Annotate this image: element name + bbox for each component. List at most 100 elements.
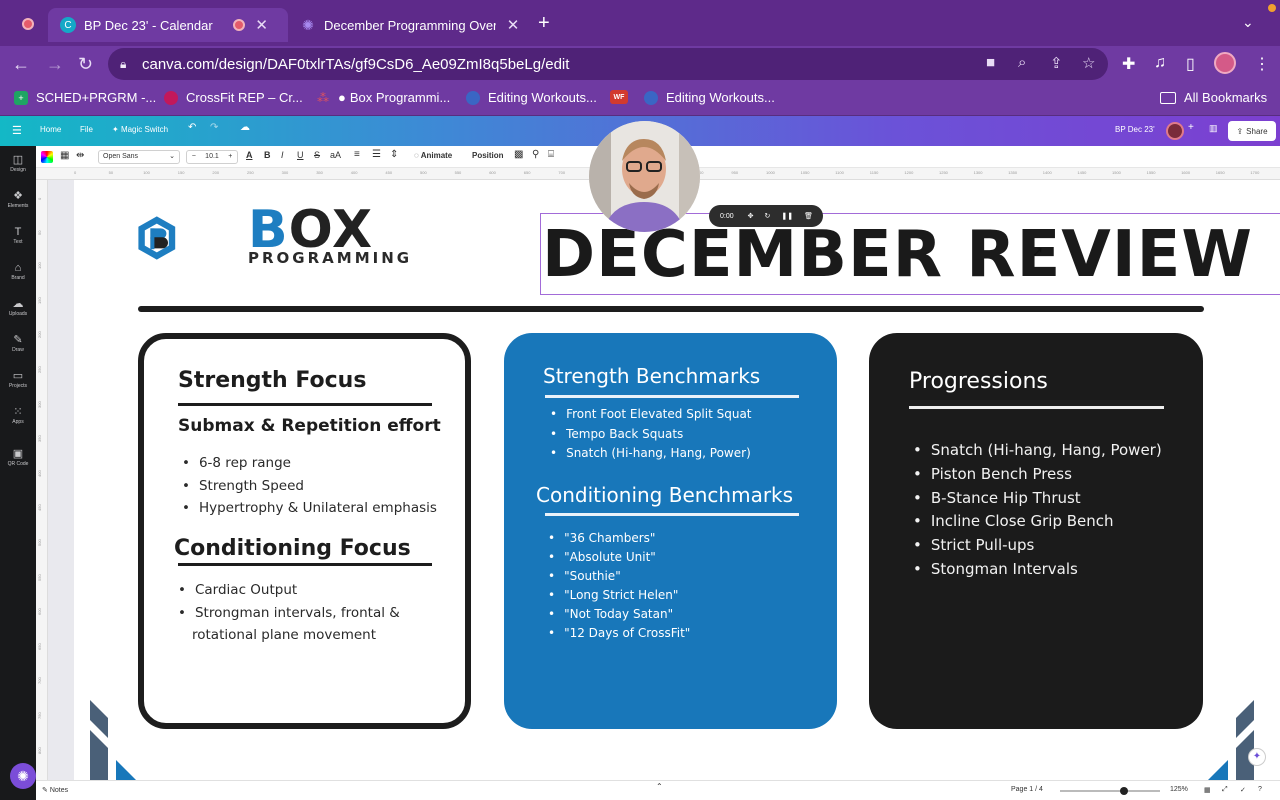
style-paint-icon[interactable]: ⚲ [532, 149, 539, 160]
file-button[interactable]: File [80, 125, 93, 134]
delete-icon[interactable]: 🗑︎ [804, 212, 813, 220]
list-item[interactable]: Tempo Back Squats [550, 425, 752, 445]
design-title[interactable]: BP Dec 23' [1115, 125, 1155, 134]
list-item[interactable]: Strict Pull-ups [913, 534, 1162, 558]
grid-view-icon[interactable]: ▦ [1204, 786, 1211, 794]
undo-icon[interactable]: ↶ [188, 122, 196, 133]
rail-projects[interactable]: ▭ Projects [0, 370, 36, 389]
home-button[interactable]: Home [40, 125, 61, 134]
rail-draw[interactable]: ✎ Draw [0, 334, 36, 353]
rail-text[interactable]: T Text [0, 226, 36, 245]
font-size-value[interactable]: 10.1 [205, 151, 219, 163]
rail-brand[interactable]: ⌂ Brand [0, 262, 36, 281]
list-item[interactable]: Hypertrophy & Unilateral emphasis [182, 497, 437, 520]
bookmark-box-programming[interactable]: ⁂ ● Box Programmi... [316, 90, 450, 105]
card-heading[interactable]: Progressions [909, 369, 1048, 394]
help-icon[interactable]: ? [1258, 786, 1262, 793]
card-subheading[interactable]: Submax & Repetition effort [178, 416, 441, 436]
bookmark-sched-prgrm[interactable]: + SCHED+PRGRM -... [14, 90, 156, 105]
side-panel-icon[interactable]: ▯ [1186, 54, 1195, 74]
avatar[interactable] [1166, 122, 1184, 140]
align-center-icon[interactable]: ≡ [354, 149, 360, 160]
redo-icon[interactable]: ↷ [210, 122, 218, 133]
magic-switch-button[interactable]: ✦ Magic Switch [112, 125, 168, 134]
page-indicator[interactable]: Page 1 / 4 [1011, 786, 1043, 793]
italic-icon[interactable]: I [281, 150, 284, 160]
increase-font-icon[interactable]: + [228, 151, 232, 163]
zoom-slider[interactable] [1060, 790, 1160, 792]
strikethrough-icon[interactable]: S [314, 150, 320, 160]
letter-case-icon[interactable]: aA [330, 150, 341, 160]
position-button[interactable]: Position [472, 151, 504, 160]
card-heading[interactable]: Conditioning Focus [174, 536, 411, 561]
menu-icon[interactable]: ☰ [12, 124, 22, 137]
chevron-down-icon[interactable]: ⌄ [1242, 14, 1254, 31]
list-item[interactable]: Strength Speed [182, 475, 437, 498]
all-bookmarks[interactable]: All Bookmarks [1160, 90, 1267, 105]
chevron-up-icon[interactable]: ⌃ [656, 782, 663, 791]
share-page-icon[interactable]: ⇪ [1050, 54, 1063, 72]
forward-icon[interactable]: → [46, 54, 64, 74]
list-item[interactable]: "Absolute Unit" [548, 548, 690, 567]
zoom-slider-handle[interactable] [1120, 787, 1128, 795]
magic-assistant-button[interactable]: ✺ [10, 763, 36, 789]
list-item[interactable]: "36 Chambers" [548, 529, 690, 548]
close-tab-icon[interactable]: ✕ [504, 16, 522, 34]
list-item[interactable]: Snatch (Hi-hang, Hang, Power) [913, 439, 1162, 463]
lock-icon[interactable]: ⌸ [548, 149, 554, 160]
list-item[interactable]: "Long Strict Helen" [548, 586, 690, 605]
rail-qr-code[interactable]: ▣ QR Code [0, 448, 36, 467]
presenter-camera[interactable] [589, 121, 700, 232]
share-button[interactable]: ⇪ Share [1228, 121, 1276, 141]
card-heading[interactable]: Conditioning Benchmarks [536, 483, 793, 507]
font-size-stepper[interactable]: − 10.1 + [186, 150, 238, 164]
text-color-icon[interactable]: A [246, 150, 253, 160]
transparency-icon[interactable]: ▩ [514, 149, 523, 160]
card-heading[interactable]: Strength Focus [178, 368, 366, 393]
notes-button[interactable]: ✎ Notes [42, 786, 68, 794]
font-family-select[interactable]: Open Sans ⌄ [98, 150, 180, 164]
list-item[interactable]: "12 Days of CrossFit" [548, 624, 690, 643]
bookmark-star-icon[interactable]: ☆ [1082, 54, 1095, 72]
bookmark-wf[interactable]: WF [610, 90, 636, 104]
media-icon[interactable]: ♫ [1154, 54, 1166, 72]
color-picker-icon[interactable] [41, 151, 53, 163]
camera-icon[interactable]: ■ [986, 54, 995, 71]
zoom-level[interactable]: 125% [1170, 786, 1188, 793]
rail-uploads[interactable]: ☁ Uploads [0, 298, 36, 317]
fullscreen-icon[interactable]: ⤢ [1222, 786, 1228, 794]
card-heading[interactable]: Strength Benchmarks [543, 364, 760, 388]
list-item[interactable]: "Southie" [548, 567, 690, 586]
list-icon[interactable]: ☰ [372, 149, 381, 160]
back-icon[interactable]: ← [12, 54, 30, 74]
magic-helper-icon[interactable]: ✦ [1248, 748, 1266, 766]
check-icon[interactable]: ✓ [1240, 786, 1246, 794]
reload-icon[interactable]: ↻ [78, 54, 93, 74]
new-tab-button[interactable]: + [538, 12, 550, 34]
list-item[interactable]: Cardiac Output [178, 579, 400, 602]
underline-icon[interactable]: U [297, 150, 304, 160]
extensions-icon[interactable]: ✚ [1122, 54, 1135, 74]
bold-icon[interactable]: B [264, 150, 271, 160]
list-item[interactable]: Incline Close Grip Bench [913, 510, 1162, 534]
close-tab-icon[interactable]: ✕ [253, 16, 271, 34]
rail-design[interactable]: ◫ Design [0, 154, 36, 173]
address-bar[interactable]: 🔒︎ canva.com/design/DAF0txlrTAs/gf9CsD6_… [108, 48, 1108, 80]
list-item[interactable]: Snatch (Hi-hang, Hang, Power) [550, 444, 752, 464]
decrease-font-icon[interactable]: − [192, 151, 196, 163]
bookmark-crossfit-rep[interactable]: CrossFit REP – Cr... [164, 90, 303, 105]
rail-elements[interactable]: ❖ Elements [0, 190, 36, 209]
add-collaborator-icon[interactable]: + [1188, 122, 1194, 133]
list-item[interactable]: rotational plane movement [178, 624, 400, 647]
analytics-icon[interactable]: ▥ [1209, 123, 1218, 134]
move-handle-icon[interactable]: ✥ [748, 212, 754, 220]
more-menu-icon[interactable]: ⋮ [1254, 54, 1270, 74]
list-item[interactable]: Stongman Intervals [913, 558, 1162, 582]
list-item[interactable]: "Not Today Satan" [548, 605, 690, 624]
tab-calendar[interactable]: C BP Dec 23' - Calendar ✕ [48, 8, 288, 42]
box-programming-logo[interactable] [136, 180, 248, 296]
list-item[interactable]: B-Stance Hip Thrust [913, 487, 1162, 511]
restart-icon[interactable]: ↻ [765, 212, 771, 220]
list-item[interactable]: 6-8 rep range [182, 452, 437, 475]
grid-icon[interactable]: ▦ [60, 150, 69, 161]
